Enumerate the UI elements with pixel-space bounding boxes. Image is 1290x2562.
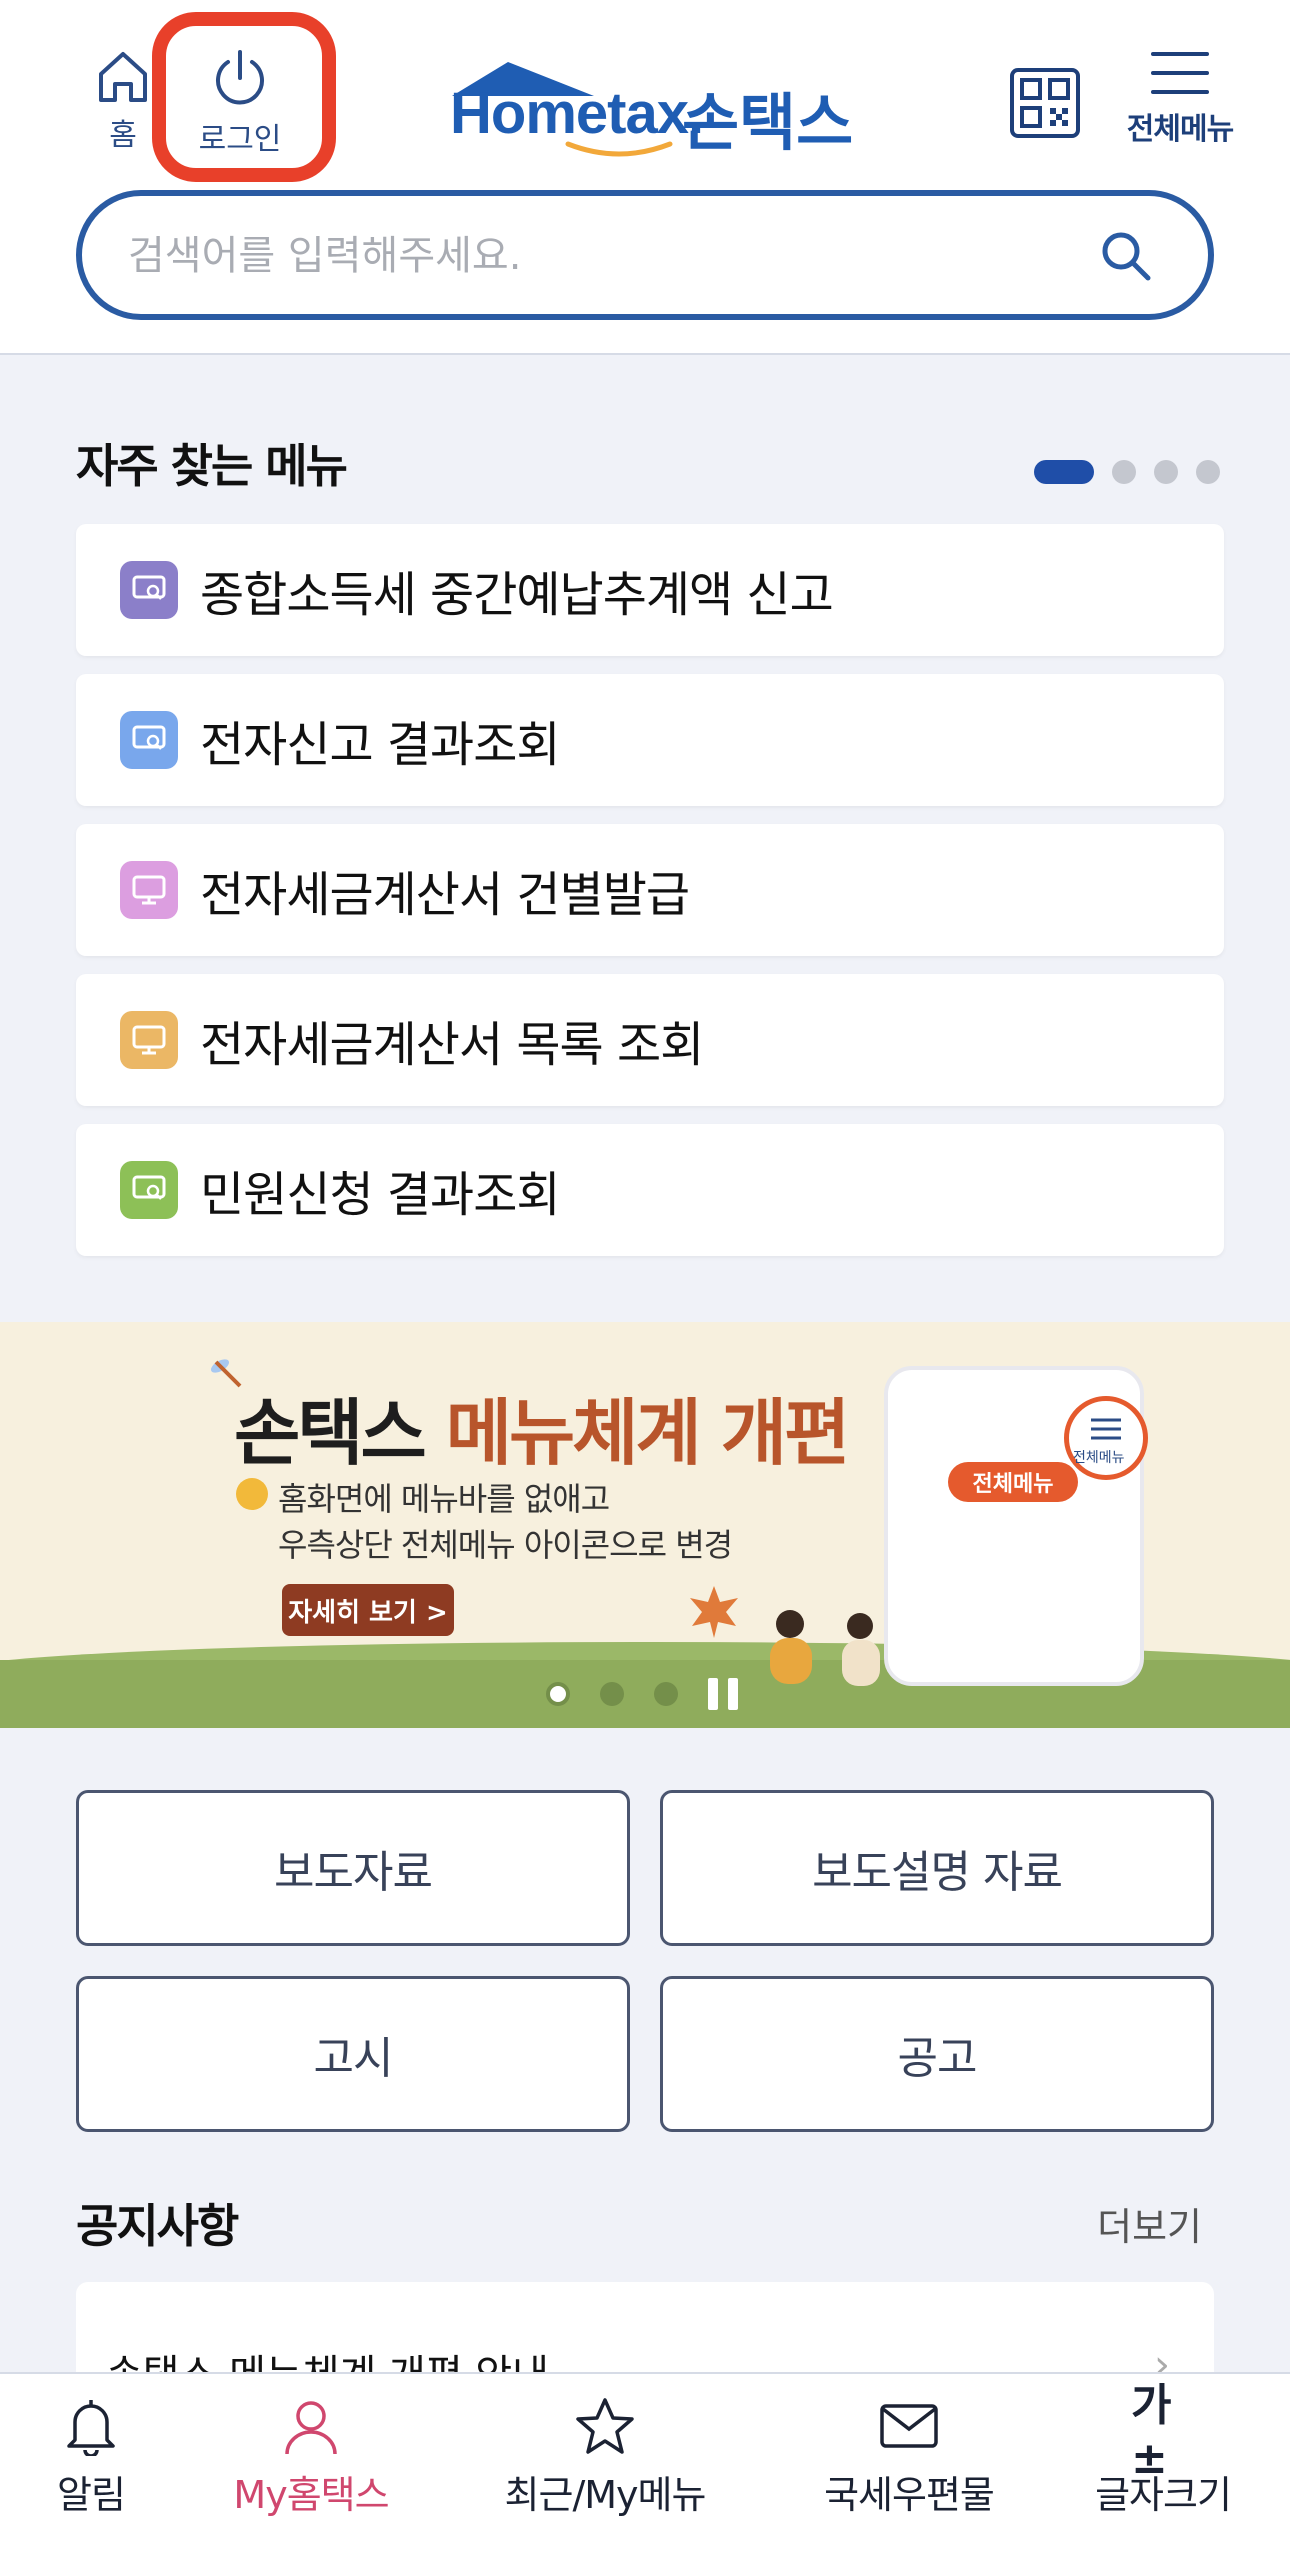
banner-line2: 우측상단 전체메뉴 아이콘으로 변경 [278, 1526, 733, 1564]
favorite-item[interactable]: 전자세금계산서 건별발급 [76, 824, 1224, 956]
banner-menu-bubble: 전체메뉴 [1064, 1396, 1148, 1480]
search-input[interactable] [128, 226, 1058, 286]
search-icon[interactable] [1096, 226, 1156, 286]
banner-phone-tag: 전체메뉴 [948, 1462, 1078, 1502]
pause-icon[interactable] [708, 1678, 738, 1710]
pager-dot[interactable] [1112, 460, 1136, 484]
nav-tax-mail-label: 국세우편물 [824, 2473, 995, 2517]
favorites-title: 자주 찾는 메뉴 [76, 439, 348, 493]
notices-more-link[interactable]: 더보기 [1097, 2196, 1202, 2251]
nav-alerts-label: 알림 [57, 2473, 126, 2517]
favorite-item[interactable]: 전자세금계산서 목록 조회 [76, 974, 1224, 1106]
nav-tax-mail[interactable]: 국세우편물 [814, 2394, 1004, 2519]
banner-title: 손택스 메뉴체계 개편 [234, 1374, 851, 1479]
nav-font-size-label: 글자크기 [1095, 2473, 1232, 2517]
logo-brand-home: Home [450, 81, 608, 146]
home-button[interactable]: 홈 [92, 48, 154, 154]
pager-dot[interactable] [1154, 460, 1178, 484]
favorite-item-label: 전자세금계산서 건별발급 [200, 867, 690, 923]
search-bar [76, 190, 1214, 320]
notices-title: 공지사항 [76, 2199, 239, 2253]
monitor-search-icon [120, 1161, 178, 1219]
mail-icon [877, 2394, 941, 2458]
announcement-button[interactable]: 공고 [660, 1976, 1214, 2132]
full-menu-button[interactable]: 전체메뉴 [1118, 48, 1242, 148]
bell-icon [59, 2394, 123, 2458]
login-button[interactable]: 로그인 [180, 48, 300, 158]
promo-banner[interactable]: 손택스 메뉴체계 개편 홈화면에 메뉴바를 없애고 우측상단 전체메뉴 아이콘으… [0, 1322, 1290, 1728]
banner-line1: 홈화면에 메뉴바를 없애고 [278, 1480, 610, 1518]
logo-korean: 손택스 [682, 86, 854, 159]
favorite-item[interactable]: 민원신청 결과조회 [76, 1124, 1224, 1256]
login-label: 로그인 [198, 122, 282, 157]
favorite-item-label: 전자신고 결과조회 [200, 717, 561, 773]
hometax-logo[interactable]: Hometax. 손택스 [444, 58, 864, 168]
nav-font-size[interactable]: 가± 글자크기 [1090, 2379, 1236, 2519]
favorite-item-label: 전자세금계산서 목록 조회 [200, 1017, 704, 1073]
monitor-icon [120, 1011, 178, 1069]
press-release-button[interactable]: 보도자료 [76, 1790, 630, 1946]
home-icon [99, 52, 147, 102]
banner-controls [546, 1678, 738, 1710]
favorites-pager [1034, 460, 1220, 484]
nav-recent-menu-label: 최근/My메뉴 [504, 2473, 707, 2517]
banner-bubble-label: 전체메뉴 [1073, 1450, 1125, 1466]
banner-dot[interactable] [600, 1682, 624, 1706]
monitor-search-icon [120, 561, 178, 619]
banner-dot[interactable] [654, 1682, 678, 1706]
full-menu-label: 전체메뉴 [1126, 112, 1234, 147]
person-icon [279, 2394, 343, 2458]
banner-title-accent: 메뉴체계 개편 [445, 1391, 851, 1475]
nav-alerts[interactable]: 알림 [46, 2394, 136, 2519]
press-explanation-button[interactable]: 보도설명 자료 [660, 1790, 1214, 1946]
home-label: 홈 [109, 118, 137, 153]
monitor-icon [120, 861, 178, 919]
nav-my-hometax[interactable]: My홈택스 [226, 2394, 396, 2519]
hamburger-icon [1151, 52, 1209, 94]
banner-more-button[interactable]: 자세히 보기 > [282, 1584, 454, 1636]
favorite-item-label: 민원신청 결과조회 [200, 1167, 561, 1223]
nav-recent-menu[interactable]: 최근/My메뉴 [500, 2394, 710, 2519]
banner-dot-active[interactable] [546, 1682, 570, 1706]
pager-dot[interactable] [1196, 460, 1220, 484]
hamburger-icon [1091, 1418, 1121, 1440]
favorite-item-label: 종합소득세 중간예납추계액 신고 [200, 567, 834, 623]
font-size-icon: 가± [1131, 2379, 1172, 2484]
qr-code-icon [1010, 68, 1080, 138]
star-icon [573, 2394, 637, 2458]
maple-leaf-icon [690, 1586, 738, 1638]
power-icon [216, 50, 264, 105]
qr-button[interactable] [1010, 68, 1080, 138]
monitor-search-icon [120, 711, 178, 769]
nav-my-hometax-label: My홈택스 [233, 2473, 389, 2517]
top-header: 홈 로그인 Hometax. 손택스 전체메뉴 검색어를 입력해주세요. [0, 0, 1290, 355]
bottom-navigation: 알림 My홈택스 최근/My메뉴 국세우편물 가± 글자크기 [0, 2372, 1290, 2562]
logo-smile-icon [565, 141, 673, 157]
check-icon [236, 1478, 268, 1510]
favorite-item[interactable]: 종합소득세 중간예납추계액 신고 [76, 524, 1224, 656]
notification-button[interactable]: 고시 [76, 1976, 630, 2132]
pager-dot-active[interactable] [1034, 460, 1094, 484]
favorite-item[interactable]: 전자신고 결과조회 [76, 674, 1224, 806]
banner-title-part1: 손택스 [234, 1391, 446, 1475]
logo-brand: Hometax. [450, 80, 704, 147]
